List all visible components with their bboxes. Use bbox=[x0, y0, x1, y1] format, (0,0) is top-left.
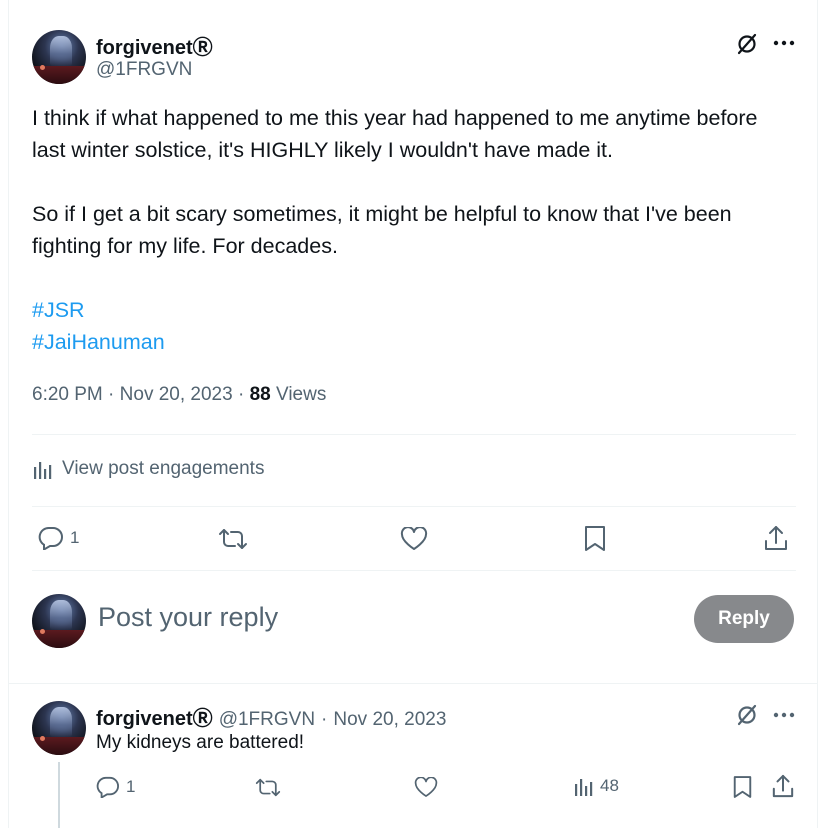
heart-icon bbox=[414, 777, 438, 798]
reply-bubble-icon bbox=[96, 776, 120, 798]
reply-views-count: 48 bbox=[600, 776, 619, 795]
reply-count: 1 bbox=[70, 528, 80, 547]
divider bbox=[32, 434, 796, 435]
post-date[interactable]: Nov 20, 2023 bbox=[120, 384, 233, 405]
repost-action-button[interactable] bbox=[218, 527, 248, 551]
heart-icon bbox=[400, 527, 428, 551]
reply-separator: · bbox=[321, 709, 328, 730]
share-action-button[interactable] bbox=[764, 525, 788, 551]
more-horizontal-icon[interactable] bbox=[773, 39, 795, 47]
author-avatar[interactable] bbox=[32, 30, 86, 84]
reply-reply-count: 1 bbox=[126, 777, 136, 796]
bar-chart-icon bbox=[33, 459, 53, 479]
post-text: I think if what happened to me this year… bbox=[32, 102, 792, 358]
divider bbox=[32, 570, 796, 571]
reply-views-button[interactable]: 48 bbox=[574, 776, 619, 796]
repost-icon bbox=[218, 527, 248, 551]
grok-slash-circle-icon[interactable] bbox=[735, 32, 759, 56]
reply-input[interactable]: Post your reply bbox=[98, 602, 658, 633]
reply-reply-button[interactable]: 1 bbox=[96, 776, 135, 798]
post-time[interactable]: 6:20 PM bbox=[32, 384, 103, 405]
bookmark-icon bbox=[733, 775, 752, 799]
composer-avatar[interactable] bbox=[32, 594, 86, 648]
divider bbox=[32, 506, 796, 507]
bookmark-action-button[interactable] bbox=[584, 525, 606, 552]
author-name[interactable]: forgivenetⓇ bbox=[96, 31, 213, 60]
reply-share-button[interactable] bbox=[772, 774, 794, 798]
reply-action-button[interactable]: 1 bbox=[38, 526, 79, 550]
reply-author-name[interactable]: forgivenetⓇ bbox=[96, 702, 213, 731]
post-paragraph-2: So if I get a bit scary sometimes, it mi… bbox=[32, 202, 732, 258]
more-horizontal-icon[interactable] bbox=[773, 711, 795, 719]
share-upload-icon bbox=[764, 525, 788, 551]
bar-chart-icon bbox=[574, 776, 594, 796]
reply-date[interactable]: Nov 20, 2023 bbox=[333, 709, 446, 731]
reply-repost-button[interactable] bbox=[255, 777, 281, 798]
like-action-button[interactable] bbox=[400, 527, 428, 551]
reply-text: My kidneys are battered! bbox=[96, 732, 305, 753]
view-engagements-label: View post engagements bbox=[62, 458, 265, 479]
thread-connector-line bbox=[58, 762, 60, 828]
divider bbox=[9, 683, 817, 684]
reply-bubble-icon bbox=[38, 526, 64, 550]
share-upload-icon bbox=[772, 774, 794, 798]
reply-author-handle[interactable]: @1FRGVN bbox=[219, 709, 315, 731]
reply-button[interactable]: Reply bbox=[694, 595, 794, 643]
post-metadata: 6:20 PM · Nov 20, 2023 · 88 Views bbox=[32, 384, 327, 405]
views-count: 88 bbox=[249, 384, 271, 405]
hashtag-link[interactable]: #JaiHanuman bbox=[32, 330, 165, 354]
hashtag-link[interactable]: #JSR bbox=[32, 298, 85, 322]
views-label: Views bbox=[276, 384, 327, 405]
reply-header: forgivenetⓇ @1FRGVN · Nov 20, 2023 bbox=[96, 702, 446, 731]
repost-icon bbox=[255, 777, 281, 798]
reply-author-avatar[interactable] bbox=[32, 701, 86, 755]
bookmark-icon bbox=[584, 525, 606, 552]
reply-like-button[interactable] bbox=[414, 777, 438, 798]
view-engagements-link[interactable]: View post engagements bbox=[33, 458, 264, 480]
grok-slash-circle-icon[interactable] bbox=[735, 703, 759, 727]
reply-bookmark-button[interactable] bbox=[733, 775, 752, 799]
author-handle[interactable]: @1FRGVN bbox=[96, 59, 192, 81]
post-paragraph-1: I think if what happened to me this year… bbox=[32, 106, 758, 162]
